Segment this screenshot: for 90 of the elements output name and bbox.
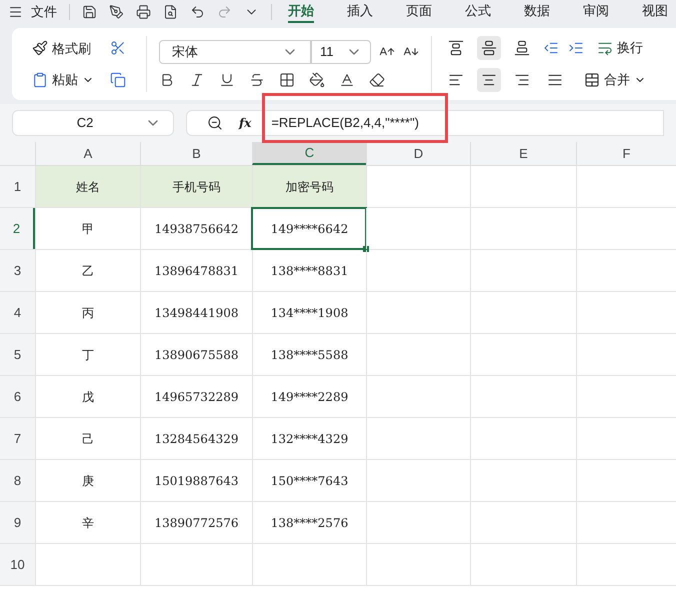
ribbon-tab[interactable]: 插入 (347, 1, 373, 23)
table-cell-text: 丙 (82, 304, 94, 322)
menu-icon[interactable] (8, 4, 24, 20)
file-menu[interactable]: 文件 (31, 2, 58, 22)
table-cell-text: 甲 (82, 220, 94, 238)
name-box[interactable]: C2 (12, 110, 174, 136)
table-cell-text: 14938756642 (154, 220, 238, 238)
print-icon[interactable] (136, 4, 151, 20)
table-cell-text: 149****6642 (270, 220, 348, 238)
copy-icon[interactable] (110, 72, 126, 88)
row-header[interactable]: 7 (0, 418, 35, 459)
align-button[interactable] (477, 36, 501, 60)
paste-button[interactable]: 粘贴 (32, 70, 94, 90)
table-cell-text: 庚 (82, 472, 94, 490)
align-icon (514, 72, 530, 88)
table-cell-text: 13498441908 (154, 304, 238, 322)
table-cell-text: 134****1908 (270, 304, 348, 322)
ribbon-tab[interactable]: 公式 (465, 1, 491, 23)
row-header[interactable]: 3 (0, 250, 35, 291)
row-header[interactable]: 2 (0, 208, 35, 249)
column-header[interactable]: D (366, 142, 470, 165)
table-cell-text: 138****8831 (270, 262, 348, 280)
font-size-field[interactable]: 11 (311, 40, 371, 64)
indent-decrease-icon[interactable] (543, 40, 559, 56)
table-cell-text: 己 (82, 430, 94, 448)
font-color-icon[interactable] (339, 72, 355, 88)
ribbon-tab[interactable]: 开始 (288, 1, 314, 23)
clipboard-icon (32, 72, 48, 88)
row-header[interactable]: 1 (0, 166, 35, 207)
table-cell-text: 13896478831 (154, 262, 238, 280)
fill-color-icon[interactable] (309, 72, 325, 88)
table-cell-text: 手机号码 (172, 178, 220, 196)
eraser-icon[interactable] (369, 72, 385, 88)
column-header[interactable]: C (252, 142, 366, 165)
row-header[interactable]: 5 (0, 334, 35, 375)
indent-increase-icon[interactable] (568, 40, 584, 56)
ribbon-tab[interactable]: 审阅 (583, 1, 609, 23)
border-icon[interactable] (279, 72, 295, 88)
formula-field[interactable]: =REPLACE(B2,4,4,"****") (271, 113, 419, 133)
table-cell-text: 姓名 (76, 178, 100, 196)
merge-icon (584, 72, 600, 88)
table-cell-text: 辛 (82, 514, 94, 532)
align-icon (547, 72, 563, 88)
cut-icon[interactable] (110, 40, 126, 56)
wrap-button[interactable]: 换行 (597, 38, 643, 58)
table-cell-text: 132****4329 (270, 430, 348, 448)
align-icon (448, 40, 464, 56)
align-icon (514, 40, 530, 56)
table-cell-text: 丁 (82, 346, 94, 364)
row-header[interactable]: 4 (0, 292, 35, 333)
table-cell-text: 乙 (82, 262, 94, 280)
table-cell-text: 14965732289 (154, 388, 238, 406)
pen-icon[interactable] (108, 4, 124, 20)
column-header[interactable]: A (35, 142, 140, 165)
strikethrough-icon[interactable] (249, 72, 265, 88)
merge-button[interactable]: 合并 (584, 70, 646, 90)
row-header[interactable]: 9 (0, 502, 35, 543)
format-painter-button[interactable]: 格式刷 (32, 38, 94, 58)
function-icon[interactable]: fx (239, 114, 252, 132)
table-cell-text: 加密号码 (286, 178, 334, 196)
row-header[interactable]: 8 (0, 460, 35, 501)
italic-icon[interactable] (189, 72, 205, 88)
table-cell-text: 138****2576 (270, 514, 348, 532)
table-cell-text: 13890675588 (154, 346, 238, 364)
wrap-icon (597, 40, 613, 56)
align-button[interactable] (477, 68, 501, 92)
table-cell-text: 15019887643 (154, 472, 238, 490)
table-cell-text: 13284564329 (154, 430, 238, 448)
row-header[interactable]: 10 (0, 544, 35, 585)
table-cell-text: 149****2289 (270, 388, 348, 406)
align-icon (448, 72, 464, 88)
column-header[interactable]: F (576, 142, 676, 165)
preview-icon[interactable] (163, 4, 178, 20)
undo-icon[interactable] (190, 4, 206, 20)
ribbon-tab[interactable]: 页面 (406, 1, 432, 23)
ribbon-tab[interactable]: 视图 (642, 1, 668, 23)
save-icon[interactable] (82, 4, 97, 20)
underline-icon[interactable] (219, 72, 235, 88)
table-cell-text: 戊 (82, 388, 94, 406)
column-header[interactable]: E (470, 142, 576, 165)
zoom-icon[interactable] (207, 115, 223, 131)
row-header[interactable]: 6 (0, 376, 35, 417)
paintbrush-icon (32, 40, 48, 56)
table-cell-text: 13890772576 (154, 514, 238, 532)
font-name-field[interactable]: 宋体 (159, 40, 311, 64)
align-icon (481, 72, 497, 88)
ribbon-tab[interactable]: 数据 (524, 1, 550, 23)
table-cell-text: 138****5588 (270, 346, 348, 364)
table-cell-text: 150****7643 (270, 472, 348, 490)
align-icon (481, 40, 497, 56)
